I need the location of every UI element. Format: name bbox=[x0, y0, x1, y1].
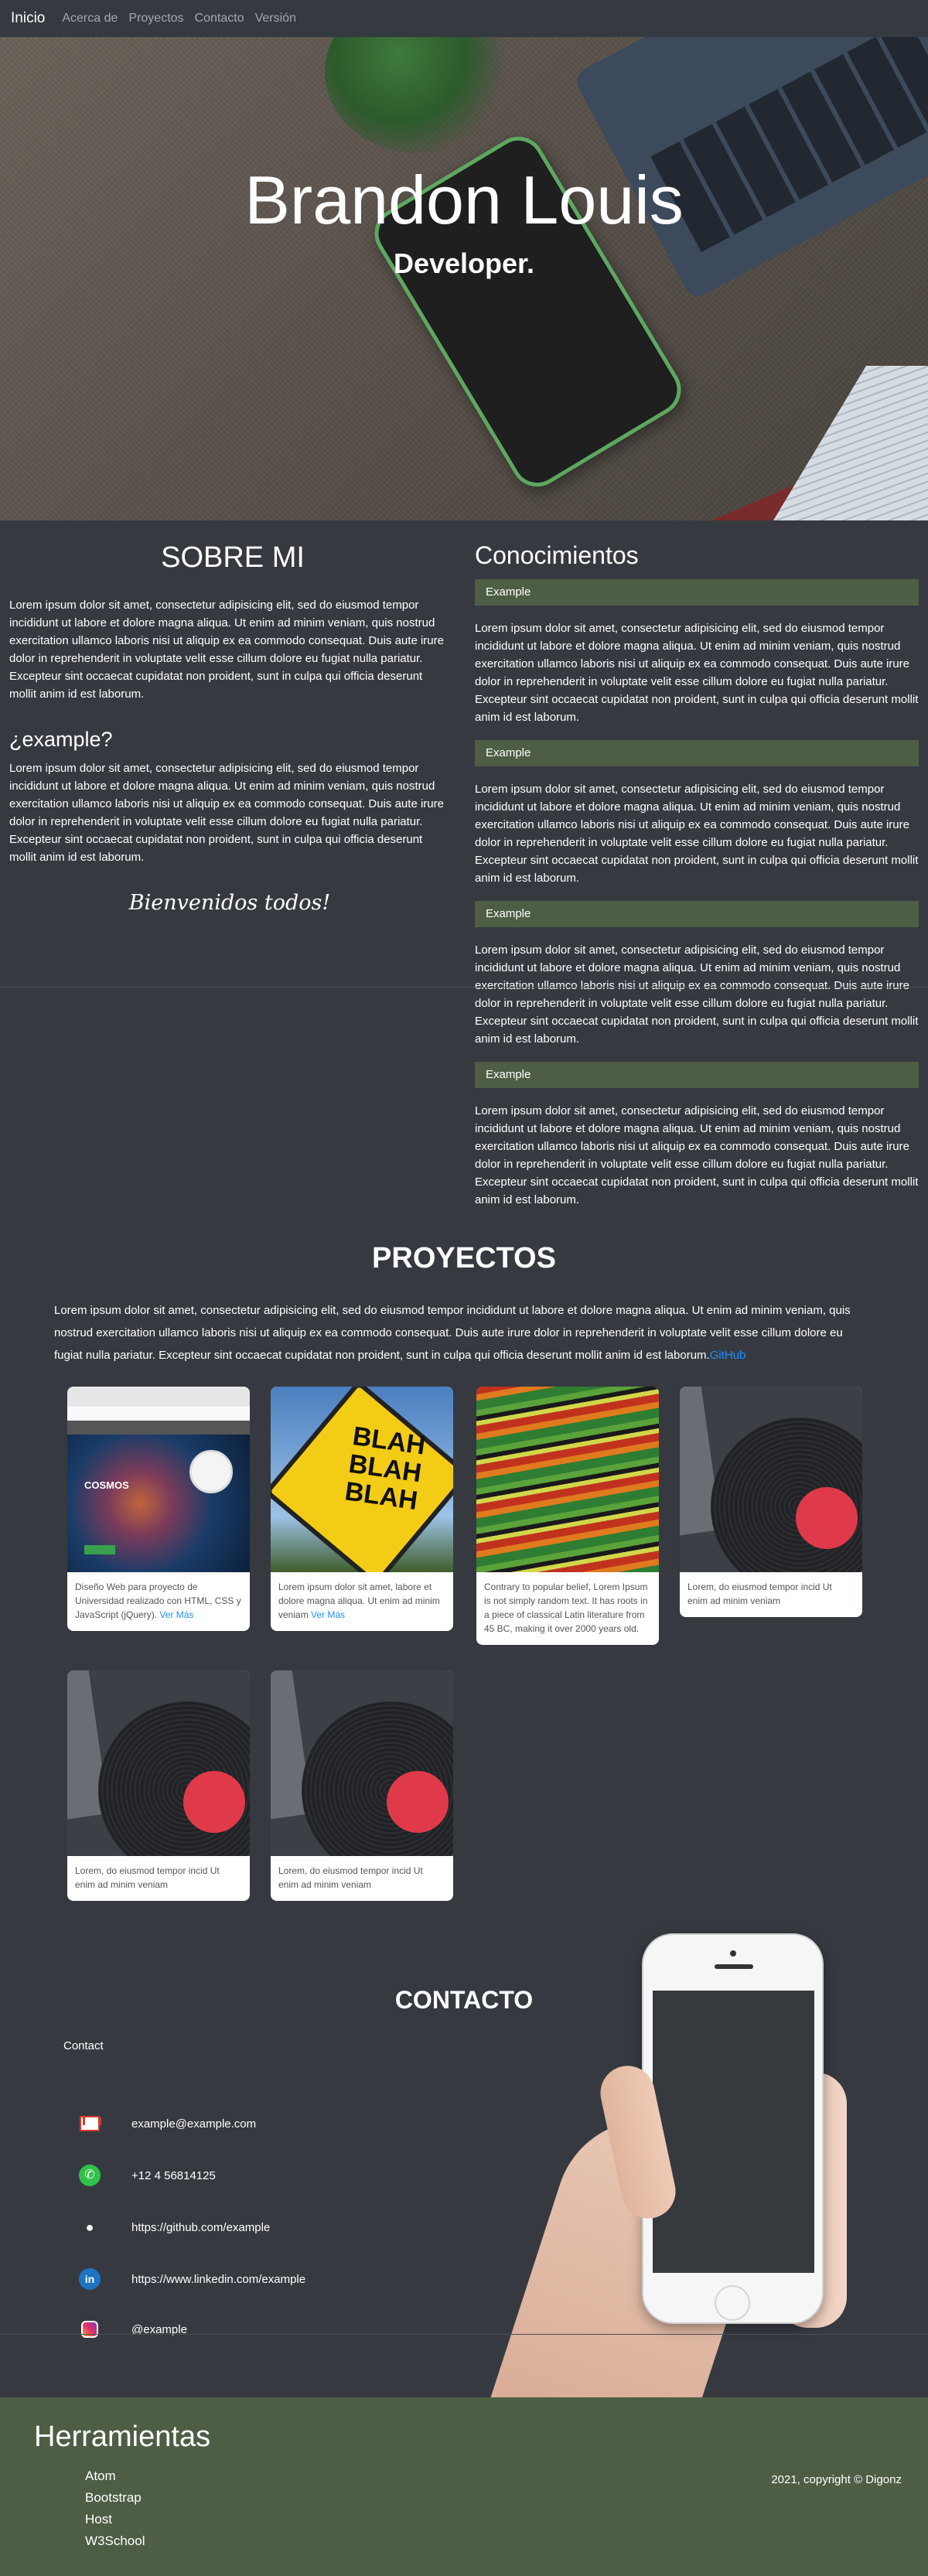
project-image-vinyl bbox=[67, 1670, 250, 1856]
skill-bar: Example bbox=[475, 740, 919, 766]
project-image-paint bbox=[476, 1387, 659, 1572]
contact-linkedin-text[interactable]: https://www.linkedin.com/example bbox=[131, 2273, 305, 2286]
project-card[interactable]: Lorem, do eiusmod tempor incid Ut enim a… bbox=[680, 1387, 862, 1617]
footer: Herramientas Atom Bootstrap Host W3Schoo… bbox=[0, 2397, 928, 2576]
skill-bar: Example bbox=[475, 901, 919, 927]
hero-banner: Brandon Louis Developer. bbox=[0, 37, 928, 520]
section-divider bbox=[0, 987, 928, 988]
avatar bbox=[189, 1450, 233, 1493]
project-description: Contrary to popular belief, Lorem Ipsum … bbox=[484, 1581, 648, 1634]
skill-description: Lorem ipsum dolor sit amet, consectetur … bbox=[475, 783, 919, 885]
hero-role: Developer. bbox=[393, 247, 535, 279]
gmail-icon bbox=[77, 2111, 102, 2136]
projects-intro: Lorem ipsum dolor sit amet, consectetur … bbox=[54, 1299, 874, 1366]
github-icon: ● bbox=[77, 2215, 102, 2240]
project-description: Lorem, do eiusmod tempor incid Ut enim a… bbox=[278, 1865, 423, 1890]
hero-notebook-image bbox=[773, 366, 928, 520]
hero-plant-image bbox=[325, 37, 510, 153]
skills-section: Conocimientos Example Lorem ipsum dolor … bbox=[475, 541, 919, 1223]
about-title: SOBRE MI bbox=[161, 541, 305, 574]
tool-item: Atom bbox=[85, 2469, 116, 2483]
nav-link-acerca[interactable]: Acerca de bbox=[62, 12, 118, 26]
hero-name: Brandon Louis bbox=[244, 162, 684, 238]
project-card[interactable]: COSMOS Diseño Web para proyecto de Unive… bbox=[67, 1387, 250, 1631]
project-description: Diseño Web para proyecto de Universidad … bbox=[75, 1581, 241, 1620]
project-card[interactable]: Contrary to popular belief, Lorem Ipsum … bbox=[476, 1387, 659, 1645]
instagram-icon bbox=[77, 2317, 102, 2342]
skill-description: Lorem ipsum dolor sit amet, consectetur … bbox=[475, 943, 919, 1046]
github-link[interactable]: GitHub bbox=[710, 1349, 746, 1362]
section-divider bbox=[0, 2334, 928, 2335]
project-description: Lorem, do eiusmod tempor incid Ut enim a… bbox=[75, 1865, 220, 1890]
contact-phone-text[interactable]: +12 4 56814125 bbox=[131, 2169, 216, 2182]
project-card[interactable]: Lorem, do eiusmod tempor incid Ut enim a… bbox=[67, 1670, 250, 1901]
project-image-vinyl bbox=[271, 1670, 453, 1856]
cosmos-button bbox=[84, 1545, 115, 1554]
contact-instagram[interactable]: @example bbox=[77, 2317, 187, 2342]
tool-item: W3School bbox=[85, 2533, 145, 2548]
welcome-text: Bienvenidos todos! bbox=[128, 891, 331, 915]
project-image-vinyl bbox=[680, 1387, 862, 1572]
about-section: SOBRE MI Lorem ipsum dolor sit amet, con… bbox=[9, 541, 450, 915]
project-image-blah: BLAH BLAH BLAH bbox=[271, 1387, 453, 1572]
projects-title: PROYECTOS bbox=[372, 1242, 556, 1274]
whatsapp-icon: ✆ bbox=[77, 2163, 102, 2188]
footer-title: Herramientas bbox=[34, 2421, 211, 2453]
linkedin-icon: in bbox=[77, 2267, 102, 2291]
navbar: Inicio Acerca de Proyectos Contacto Vers… bbox=[0, 0, 928, 37]
skill-description: Lorem ipsum dolor sit amet, consectetur … bbox=[475, 1104, 919, 1206]
skills-title: Conocimientos bbox=[475, 541, 639, 569]
contact-subtitle: Contact bbox=[63, 2039, 104, 2052]
project-image-cosmos: COSMOS bbox=[67, 1387, 250, 1572]
about-paragraph-2: Lorem ipsum dolor sit amet, consectetur … bbox=[9, 762, 444, 864]
contact-title: CONTACTO bbox=[394, 1986, 534, 2014]
contact-whatsapp[interactable]: ✆ +12 4 56814125 bbox=[77, 2163, 216, 2188]
copyright: 2021, copyright © Digonz bbox=[771, 2473, 902, 2486]
contact-linkedin[interactable]: in https://www.linkedin.com/example bbox=[77, 2267, 305, 2291]
contact-github-text[interactable]: https://github.com/example bbox=[131, 2221, 270, 2234]
ver-mas-link[interactable]: Ver Más bbox=[311, 1609, 345, 1620]
tool-item: Bootstrap bbox=[85, 2490, 142, 2505]
nav-brand-inicio[interactable]: Inicio bbox=[11, 10, 45, 27]
nav-link-version[interactable]: Versión bbox=[255, 12, 296, 26]
contact-github[interactable]: ● https://github.com/example bbox=[77, 2215, 270, 2240]
skill-description: Lorem ipsum dolor sit amet, consectetur … bbox=[475, 622, 919, 724]
tools-list: Atom Bootstrap Host W3School bbox=[85, 2465, 145, 2552]
contact-email[interactable]: example@example.com bbox=[77, 2111, 256, 2136]
ver-mas-link[interactable]: Ver Más bbox=[159, 1609, 193, 1620]
tool-item: Host bbox=[85, 2512, 112, 2527]
contact-email-text[interactable]: example@example.com bbox=[131, 2117, 256, 2131]
cosmos-title: COSMOS bbox=[84, 1479, 129, 1491]
nav-link-proyectos[interactable]: Proyectos bbox=[128, 12, 183, 26]
project-description: Lorem, do eiusmod tempor incid Ut enim a… bbox=[687, 1581, 832, 1606]
about-paragraph-1: Lorem ipsum dolor sit amet, consectetur … bbox=[9, 599, 444, 701]
skill-bar: Example bbox=[475, 579, 919, 606]
project-card[interactable]: BLAH BLAH BLAH Lorem ipsum dolor sit ame… bbox=[271, 1387, 453, 1631]
project-description: Lorem ipsum dolor sit amet, labore et do… bbox=[278, 1581, 440, 1620]
project-card[interactable]: Lorem, do eiusmod tempor incid Ut enim a… bbox=[271, 1670, 453, 1901]
nav-link-contacto[interactable]: Contacto bbox=[195, 12, 244, 26]
about-subtitle: ¿example? bbox=[9, 728, 113, 751]
skill-bar: Example bbox=[475, 1062, 919, 1088]
